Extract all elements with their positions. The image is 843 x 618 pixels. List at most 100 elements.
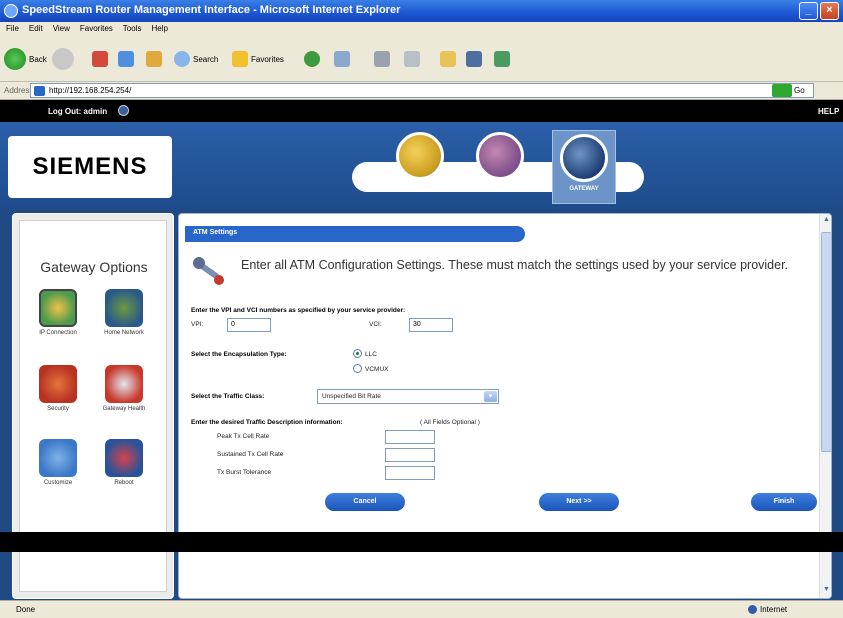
next-button[interactable]: Next >>	[539, 493, 619, 511]
chevron-down-icon: ▾	[484, 391, 497, 402]
burst-tolerance-label: Tx Burst Tolerance	[217, 469, 272, 476]
scroll-down-icon[interactable]: ▼	[821, 586, 831, 597]
sustained-rate-label: Sustained Tx Cell Rate	[217, 451, 284, 458]
radio-llc[interactable]	[353, 349, 362, 358]
window-title: SpeedStream Router Management Interface …	[22, 4, 401, 16]
web-page: Log Out: admin HELP SIEMENS USERS DEVICE…	[0, 100, 843, 600]
ip-connection-icon	[39, 289, 77, 327]
sidebar-item-home-network[interactable]: Home Network	[94, 289, 154, 359]
radio-vcmux[interactable]	[353, 364, 362, 373]
page-icon	[34, 86, 45, 96]
intro-text: Enter all ATM Configuration Settings. Th…	[241, 258, 789, 272]
menu-favorites[interactable]: Favorites	[80, 24, 113, 38]
vci-input[interactable]: 30	[409, 318, 453, 332]
forward-arrow-icon	[52, 48, 74, 70]
status-text: Done	[16, 605, 36, 614]
sidebar-item-ip-connection[interactable]: IP Connection	[28, 289, 88, 359]
edit-icon	[404, 51, 420, 67]
menu-view[interactable]: View	[53, 24, 70, 38]
vcmux-label: VCMUX	[365, 366, 389, 373]
devices-icon	[476, 132, 524, 180]
vci-label: VCI:	[369, 321, 382, 328]
traffic-class-value: Unspecified Bit Rate	[322, 393, 381, 400]
close-button[interactable]: ×	[820, 2, 839, 20]
wrench-icon	[193, 257, 224, 285]
menu-bar: File Edit View Favorites Tools Help	[0, 22, 843, 38]
tab-users[interactable]: USERS	[388, 132, 452, 202]
traffic-desc-note: ( All Fields Optional )	[420, 419, 480, 426]
forward-button[interactable]	[52, 46, 74, 72]
ie-icon	[4, 4, 18, 18]
messenger-icon	[466, 51, 482, 67]
scroll-thumb[interactable]	[821, 232, 831, 452]
sidebar-item-reboot[interactable]: Reboot	[94, 439, 154, 509]
folder-button[interactable]	[440, 46, 456, 72]
menu-edit[interactable]: Edit	[29, 24, 43, 38]
vpi-label: VPI:	[191, 321, 204, 328]
refresh-icon	[118, 51, 134, 67]
peak-rate-input[interactable]	[385, 430, 435, 444]
back-arrow-icon	[4, 48, 26, 70]
address-bar: Address http://192.168.254.254/ Go	[0, 82, 843, 100]
section-title: ATM Settings	[185, 226, 525, 242]
encap-label: Select the Encapsulation Type:	[191, 351, 287, 358]
menu-help[interactable]: Help	[151, 24, 167, 38]
sidebar-item-customize[interactable]: Customize	[28, 439, 88, 509]
search-icon	[174, 51, 190, 67]
traffic-class-select[interactable]: Unspecified Bit Rate ▾	[317, 389, 499, 404]
mail-button[interactable]	[334, 46, 350, 72]
minimize-button[interactable]: _	[799, 2, 818, 20]
refresh-button[interactable]	[118, 46, 134, 72]
top-bar: Log Out: admin HELP	[0, 100, 843, 122]
print-icon	[374, 51, 390, 67]
traffic-desc-label: Enter the desired Traffic Description in…	[191, 419, 343, 426]
address-label: Address	[4, 86, 34, 95]
llc-label: LLC	[365, 351, 377, 358]
browser-toolbar: Back Search Favorites	[0, 38, 843, 82]
finish-button[interactable]: Finish	[751, 493, 817, 511]
scroll-up-icon[interactable]: ▲	[821, 216, 831, 227]
menu-file[interactable]: File	[6, 24, 19, 38]
address-url: http://192.168.254.254/	[49, 86, 132, 95]
sidebar-item-security[interactable]: Security	[28, 365, 88, 435]
tab-gateway[interactable]: GATEWAY	[552, 130, 616, 204]
help-link[interactable]: HELP	[818, 107, 839, 116]
logout-link[interactable]: Log Out: admin	[48, 107, 107, 116]
vpi-input[interactable]: 0	[227, 318, 271, 332]
discuss-icon	[494, 51, 510, 67]
gateway-icon	[560, 134, 608, 182]
peak-rate-label: Peak Tx Cell Rate	[217, 433, 270, 440]
go-button[interactable]	[772, 84, 792, 97]
back-button[interactable]: Back	[4, 46, 47, 72]
history-icon	[304, 51, 320, 67]
internet-zone-icon	[748, 605, 757, 614]
cancel-button[interactable]: Cancel	[325, 493, 405, 511]
history-button[interactable]	[304, 46, 320, 72]
footer-bar	[0, 532, 843, 552]
home-button[interactable]	[146, 46, 162, 72]
menu-tools[interactable]: Tools	[123, 24, 142, 38]
sidebar-item-gateway-health[interactable]: Gateway Health	[94, 365, 154, 435]
zone-text: Internet	[760, 605, 788, 614]
mail-icon	[334, 51, 350, 67]
stop-icon	[92, 51, 108, 67]
edit-button[interactable]	[404, 46, 420, 72]
header: SIEMENS USERS DEVICES GATEWAY	[0, 122, 843, 208]
messenger-button[interactable]	[466, 46, 482, 72]
reboot-icon	[105, 439, 143, 477]
print-button[interactable]	[374, 46, 390, 72]
gateway-health-icon	[105, 365, 143, 403]
logout-icon[interactable]	[118, 105, 129, 116]
home-icon	[146, 51, 162, 67]
search-button[interactable]: Search	[174, 46, 218, 72]
discuss-button[interactable]	[494, 46, 510, 72]
traffic-class-label: Select the Traffic Class:	[191, 393, 265, 400]
favorites-button[interactable]: Favorites	[232, 46, 284, 72]
tab-devices[interactable]: DEVICES	[468, 132, 532, 202]
address-input[interactable]: http://192.168.254.254/	[30, 83, 814, 98]
stop-button[interactable]	[92, 46, 108, 72]
go-label[interactable]: Go	[794, 86, 805, 95]
burst-tolerance-input[interactable]	[385, 466, 435, 480]
customize-icon	[39, 439, 77, 477]
sustained-rate-input[interactable]	[385, 448, 435, 462]
